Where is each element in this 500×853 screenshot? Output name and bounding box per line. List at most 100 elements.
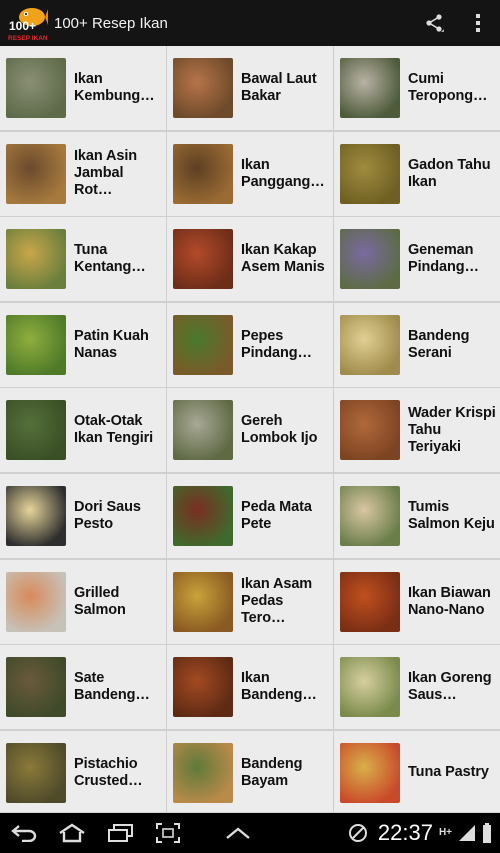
recipe-item[interactable]: Dori Saus Pesto [0, 473, 166, 558]
recipe-item[interactable]: Tumis Salmon Keju [334, 473, 500, 558]
recipe-title: Bawal Laut Bakar [241, 71, 317, 104]
recipe-thumbnail [173, 400, 233, 461]
recent-apps-button[interactable] [96, 813, 144, 853]
recipe-item[interactable]: Ikan Bandeng… [167, 645, 333, 730]
recipe-thumbnail [173, 143, 233, 204]
recipe-item[interactable]: Cumi Teropong… [334, 46, 500, 130]
signal-icon [459, 825, 475, 841]
recipe-item[interactable]: Gereh Lombok Ijo [167, 388, 333, 473]
recipe-thumbnail [340, 485, 400, 546]
recipe-thumbnail [340, 58, 400, 118]
recipe-thumbnail [173, 314, 233, 375]
recipe-title: Wader Krispi Tahu Teriyaki [408, 404, 496, 455]
recipe-title: Tuna Pastry [408, 764, 489, 781]
recipe-thumbnail [173, 229, 233, 290]
recipe-item[interactable]: Bawal Laut Bakar [167, 46, 333, 130]
recipe-item[interactable]: Tuna Kentang… [0, 217, 166, 302]
recipe-item[interactable]: Ikan Asin Jambal Rot… [0, 131, 166, 216]
clock: 22:37 [377, 820, 433, 845]
recipe-title: Ikan Goreng Saus… [408, 670, 492, 704]
recipe-title: Ikan Bandeng… [241, 670, 317, 704]
recipe-title: Pistachio Crusted… [74, 755, 143, 789]
recipe-item[interactable]: Tuna Pastry [334, 730, 500, 812]
action-bar: 100+ RESEP IKAN 100+ Resep Ikan [0, 0, 500, 46]
recipe-title: Bandeng Serani [408, 327, 470, 361]
recipe-thumbnail [6, 571, 66, 632]
home-button[interactable] [48, 813, 96, 853]
recipe-title: Ikan Kembung… [74, 71, 155, 104]
recipe-title: Dori Saus Pesto [74, 498, 141, 532]
overflow-menu-button[interactable] [456, 0, 500, 46]
recipe-thumbnail [6, 657, 66, 718]
recipe-thumbnail [173, 571, 233, 632]
recipe-thumbnail [340, 742, 400, 803]
recipe-item[interactable]: Bandeng Serani [334, 302, 500, 387]
screenshot-icon [156, 823, 180, 843]
chevron-up-icon [226, 827, 250, 839]
app-logo[interactable]: 100+ RESEP IKAN [6, 3, 48, 43]
recipe-title: Ikan Asam Pedas Tero… [241, 576, 313, 627]
recipe-thumbnail [340, 314, 400, 375]
recipe-thumbnail [173, 742, 233, 803]
recipe-title: Grilled Salmon [74, 584, 126, 618]
status-area[interactable]: 22:37 H+ [348, 820, 492, 846]
recipe-thumbnail [173, 58, 233, 118]
recipe-thumbnail [340, 571, 400, 632]
recipe-title: Gereh Lombok Ijo [241, 413, 318, 447]
recipe-title: Cumi Teropong… [408, 71, 488, 104]
recipe-title: Gadon Tahu Ikan [408, 156, 491, 190]
recipe-thumbnail [6, 58, 66, 118]
quick-panel-up-button[interactable] [214, 813, 262, 853]
recipe-thumbnail [6, 742, 66, 803]
recipe-item[interactable]: Sate Bandeng… [0, 645, 166, 730]
share-button[interactable] [412, 0, 456, 46]
recipe-title: Peda Mata Pete [241, 498, 312, 532]
battery-icon [483, 823, 491, 843]
recipe-item[interactable]: Grilled Salmon [0, 559, 166, 644]
recipe-thumbnail [340, 229, 400, 290]
recipe-item[interactable]: Peda Mata Pete [167, 473, 333, 558]
recipe-title: Geneman Pindang… [408, 242, 479, 276]
recipe-title: Ikan Asin Jambal Rot… [74, 148, 138, 199]
back-button[interactable] [0, 813, 48, 853]
recipe-item[interactable]: Wader Krispi Tahu Teriyaki [334, 388, 500, 473]
recipe-thumbnail [6, 485, 66, 546]
recipe-title: Ikan Kakap Asem Manis [241, 242, 325, 276]
recipe-item[interactable]: Ikan Kakap Asem Manis [167, 217, 333, 302]
recipe-item[interactable]: Bandeng Bayam [167, 730, 333, 812]
recipe-item[interactable]: Ikan Kembung… [0, 46, 166, 130]
recipe-item[interactable]: Ikan Panggang… [167, 131, 333, 216]
recipe-item[interactable]: Ikan Goreng Saus… [334, 645, 500, 730]
recipe-item[interactable]: Ikan Biawan Nano-Nano [334, 559, 500, 644]
svg-text:100+: 100+ [9, 19, 36, 33]
recipe-title: Patin Kuah Nanas [74, 327, 149, 361]
recipe-title: Bandeng Bayam [241, 755, 303, 789]
recipe-grid: Ikan Kembung… Bawal Laut Bakar Cumi Teropo… [0, 46, 500, 812]
no-sim-icon [348, 824, 367, 842]
recent-apps-icon [108, 824, 133, 842]
home-icon [59, 823, 85, 843]
recipe-thumbnail [173, 657, 233, 718]
recipe-item[interactable]: Gadon Tahu Ikan [334, 131, 500, 216]
recipe-thumbnail [340, 657, 400, 718]
screenshot-button[interactable] [144, 813, 192, 853]
recipe-thumbnail [173, 485, 233, 546]
recipe-title: Tuna Kentang… [74, 242, 146, 276]
recipe-title: Sate Bandeng… [74, 670, 150, 704]
recipe-item[interactable]: Otak-Otak Ikan Tengiri [0, 388, 166, 473]
recipe-item[interactable]: Pepes Pindang… [167, 302, 333, 387]
recipe-item[interactable]: Pistachio Crusted… [0, 730, 166, 812]
recipe-title: Ikan Panggang… [241, 156, 325, 190]
app-title: 100+ Resep Ikan [54, 14, 168, 32]
recipe-thumbnail [6, 400, 66, 461]
recipe-title: Tumis Salmon Keju [408, 498, 495, 532]
svg-text:RESEP IKAN: RESEP IKAN [8, 35, 48, 42]
recipe-thumbnail [6, 229, 66, 290]
recipe-title: Pepes Pindang… [241, 327, 312, 361]
back-icon [11, 825, 37, 842]
recipe-item[interactable]: Ikan Asam Pedas Tero… [167, 559, 333, 644]
recipe-item[interactable]: Patin Kuah Nanas [0, 302, 166, 387]
recipe-item[interactable]: Geneman Pindang… [334, 217, 500, 302]
recipe-thumbnail [6, 314, 66, 375]
recipe-title: Otak-Otak Ikan Tengiri [74, 413, 154, 447]
